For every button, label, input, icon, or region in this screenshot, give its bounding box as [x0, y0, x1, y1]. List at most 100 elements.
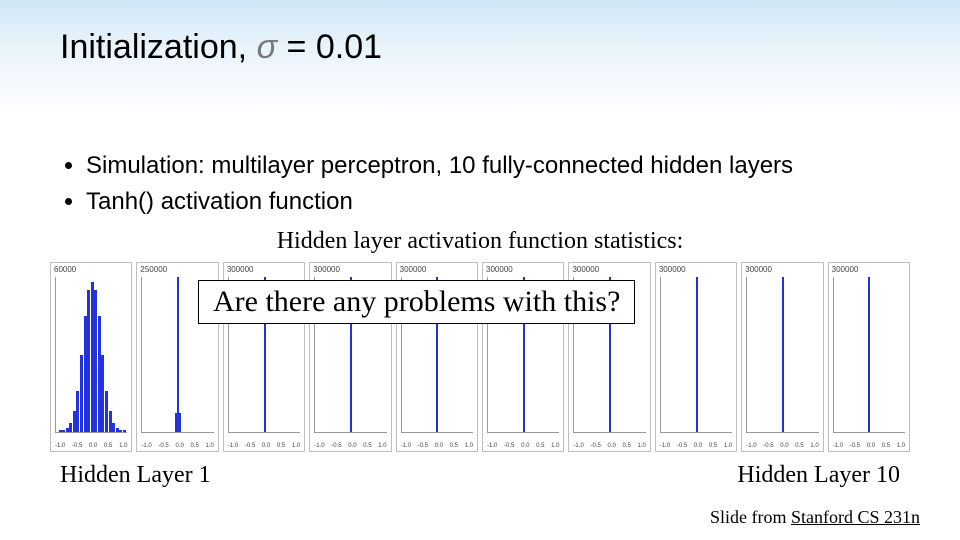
- x-tick-label: 1.0: [465, 443, 473, 449]
- x-tick-label: -1.0: [833, 443, 843, 449]
- x-tick-label: 0.5: [363, 443, 371, 449]
- histogram-bar: [91, 282, 94, 432]
- y-max-label: 300000: [227, 265, 254, 274]
- layer-label-right: Hidden Layer 10: [737, 462, 900, 489]
- y-max-label: 300000: [486, 265, 513, 274]
- x-tick-label: 0.0: [89, 443, 97, 449]
- histogram-bar: [94, 290, 97, 432]
- x-tick-label: -1.0: [228, 443, 238, 449]
- x-tick-label: -0.5: [72, 443, 82, 449]
- x-tick-label: 0.0: [780, 443, 788, 449]
- histogram-bar: [66, 428, 69, 432]
- x-tick-label: -0.5: [850, 443, 860, 449]
- credit-prefix: Slide from: [710, 507, 791, 527]
- x-tick-label: 0.0: [435, 443, 443, 449]
- histogram-bar: [98, 316, 101, 432]
- x-tick-label: -0.5: [504, 443, 514, 449]
- x-tick-label: 0.0: [521, 443, 529, 449]
- x-tick-label: 0.0: [607, 443, 615, 449]
- x-tick-label: 1.0: [119, 443, 127, 449]
- x-tick-label: -0.5: [158, 443, 168, 449]
- x-tick-label: -1.0: [401, 443, 411, 449]
- bullet-item: Tanh() activation function: [86, 184, 793, 220]
- y-max-label: 300000: [745, 265, 772, 274]
- x-ticks: -1.0-0.50.00.51.0: [660, 443, 732, 449]
- x-tick-label: -1.0: [55, 443, 65, 449]
- histogram-bar: [87, 290, 90, 432]
- histogram-9: 300000-1.0-0.50.00.51.0: [741, 262, 823, 452]
- histogram-bar: [62, 430, 65, 432]
- x-tick-label: -1.0: [573, 443, 583, 449]
- x-tick-label: 1.0: [638, 443, 646, 449]
- x-tick-label: 0.5: [190, 443, 198, 449]
- histogram-8: 300000-1.0-0.50.00.51.0: [655, 262, 737, 452]
- x-tick-label: 0.0: [262, 443, 270, 449]
- plot-area: [833, 277, 905, 433]
- histogram-bar: [105, 391, 108, 432]
- x-tick-label: 0.0: [348, 443, 356, 449]
- x-tick-label: 0.5: [622, 443, 630, 449]
- bullet-item: Simulation: multilayer perceptron, 10 fu…: [86, 148, 793, 184]
- y-max-label: 250000: [140, 265, 167, 274]
- x-tick-label: -1.0: [487, 443, 497, 449]
- x-tick-label: -1.0: [314, 443, 324, 449]
- x-tick-label: -0.5: [331, 443, 341, 449]
- bullet-list: Simulation: multilayer perceptron, 10 fu…: [60, 148, 793, 220]
- x-tick-label: 0.5: [104, 443, 112, 449]
- histogram-bar: [76, 391, 79, 432]
- x-tick-label: 1.0: [205, 443, 213, 449]
- layer-label-left: Hidden Layer 1: [60, 462, 211, 489]
- histogram-bar: [84, 316, 87, 432]
- title-word: Initialization,: [60, 28, 247, 66]
- question-callout: Are there any problems with this?: [198, 280, 635, 324]
- x-tick-label: 0.0: [175, 443, 183, 449]
- plot-area: [746, 277, 818, 433]
- y-max-label: 300000: [832, 265, 859, 274]
- x-tick-label: -0.5: [677, 443, 687, 449]
- histogram-bar: [868, 277, 870, 432]
- x-tick-label: 1.0: [292, 443, 300, 449]
- title-sigma: σ: [257, 28, 278, 66]
- histogram-bar: [179, 413, 181, 432]
- slide-credit: Slide from Stanford CS 231n: [710, 507, 920, 528]
- x-ticks: -1.0 -0.5 0.0 0.5 1.0: [401, 443, 473, 449]
- x-tick-label: -1.0: [746, 443, 756, 449]
- title-eq: = 0.01: [287, 28, 382, 66]
- x-tick-label: -0.5: [418, 443, 428, 449]
- x-tick-label: 1.0: [897, 443, 905, 449]
- x-ticks: -1.0-0.50.00.51.0: [228, 443, 300, 449]
- histogram-1: 60000 -1.0 -0.5 0.0 0.5 1.0: [50, 262, 132, 452]
- histogram-10: 300000 -1.0 -0.5 0.0 0.5 1.0: [828, 262, 910, 452]
- y-max-label: 300000: [572, 265, 599, 274]
- x-ticks: -1.0 -0.5 0.0 0.5 1.0: [573, 443, 645, 449]
- y-max-label: 300000: [313, 265, 340, 274]
- histogram-bar: [101, 355, 104, 433]
- histogram-bar: [80, 355, 83, 433]
- x-tick-label: 0.0: [867, 443, 875, 449]
- x-tick-label: 1.0: [810, 443, 818, 449]
- x-tick-label: 0.5: [450, 443, 458, 449]
- x-tick-label: -1.0: [660, 443, 670, 449]
- histogram-bar: [59, 430, 62, 432]
- histogram-bar: [177, 277, 179, 432]
- x-tick-label: -0.5: [590, 443, 600, 449]
- x-tick-label: 0.0: [694, 443, 702, 449]
- y-max-label: 60000: [54, 265, 76, 274]
- plot-area: [660, 277, 732, 433]
- histogram-bar: [109, 411, 112, 432]
- chart-group-title: Hidden layer activation function statist…: [0, 228, 960, 255]
- x-tick-label: 0.5: [882, 443, 890, 449]
- histogram-bar: [73, 411, 76, 432]
- histogram-bar: [119, 430, 122, 432]
- x-tick-label: -0.5: [763, 443, 773, 449]
- histogram-bar: [696, 277, 698, 432]
- credit-link[interactable]: Stanford CS 231n: [791, 507, 920, 527]
- x-tick-label: -1.0: [141, 443, 151, 449]
- y-max-label: 300000: [659, 265, 686, 274]
- x-ticks: -1.0 -0.5 0.0 0.5 1.0: [55, 443, 127, 449]
- x-tick-label: 0.5: [536, 443, 544, 449]
- histogram-bar: [782, 277, 784, 432]
- histogram-bar: [69, 423, 72, 432]
- slide-title: Initialization, σ = 0.01: [60, 28, 382, 67]
- x-ticks: -1.0-0.50.00.51.0: [487, 443, 559, 449]
